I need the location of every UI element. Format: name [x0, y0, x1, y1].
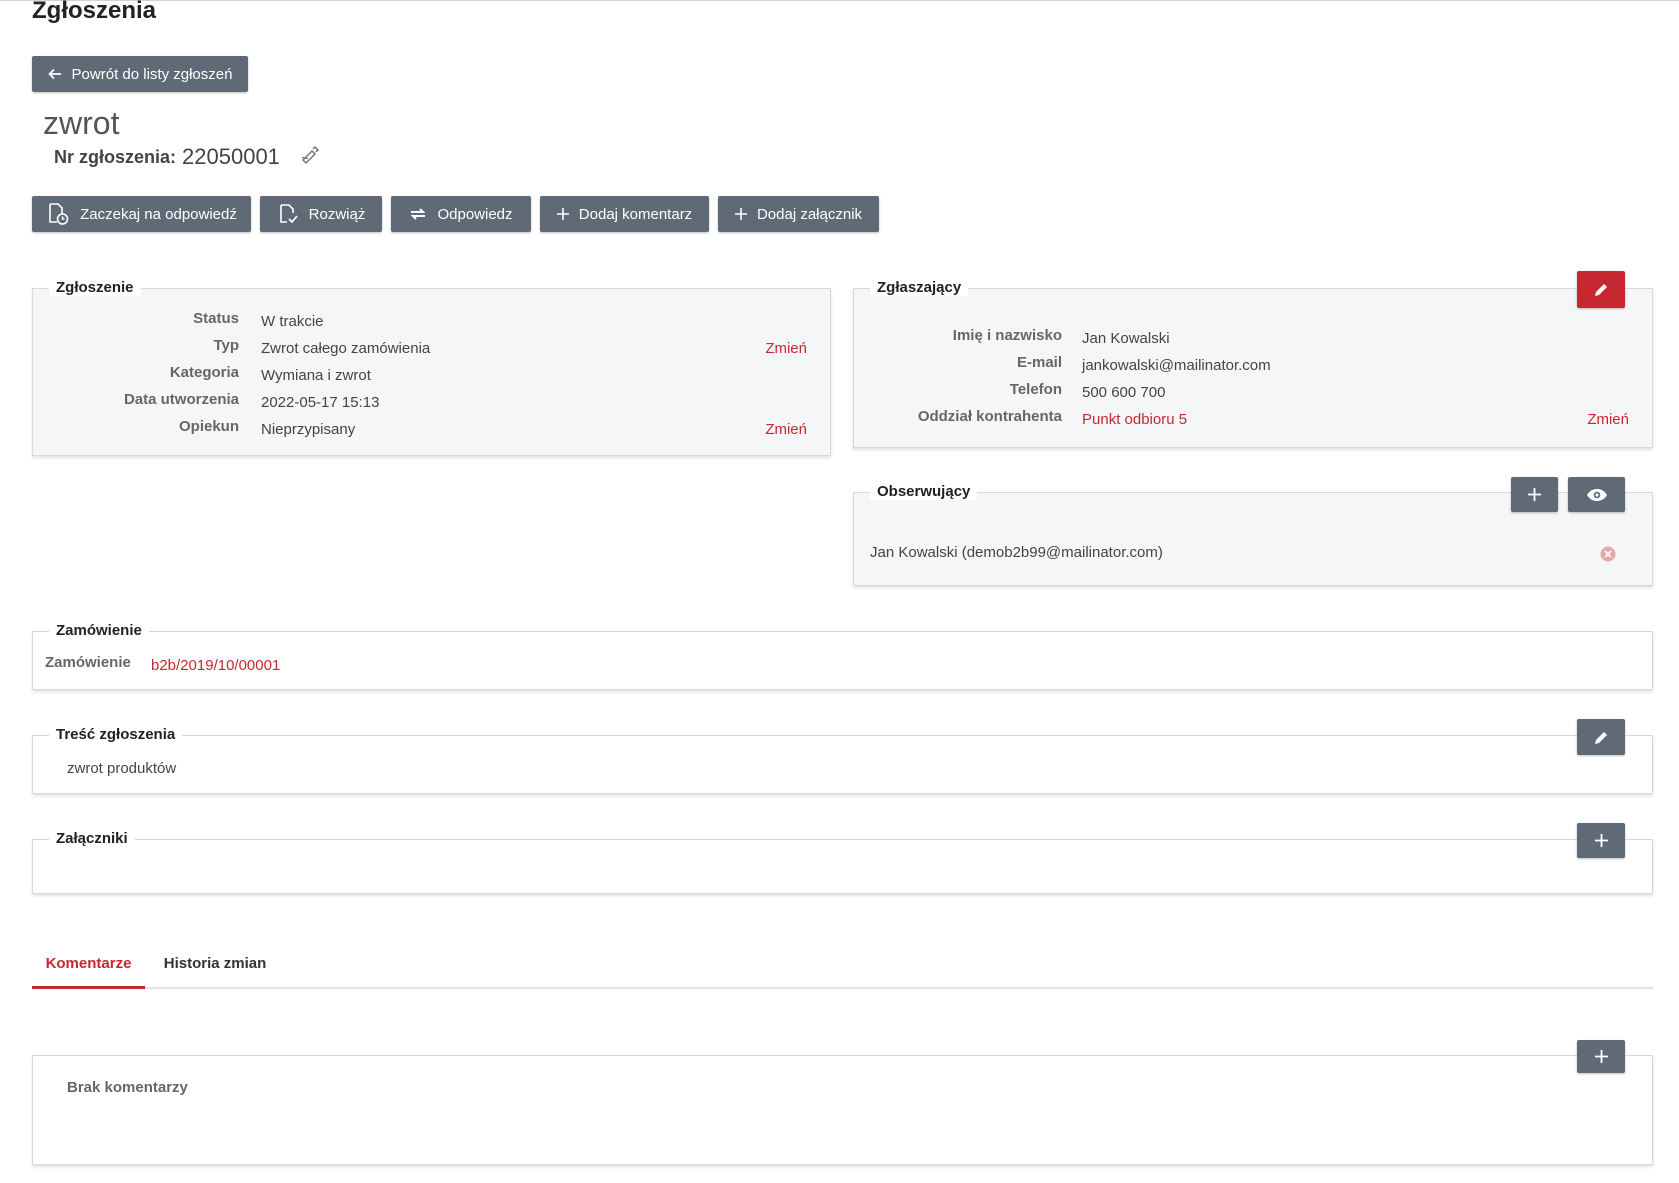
- ticket-number-label: Nr zgłoszenia:: [54, 146, 177, 167]
- watcher-item: Jan Kowalski (demob2b99@mailinator.com): [870, 544, 1163, 561]
- plus-icon: [734, 208, 747, 220]
- eye-icon: [1586, 488, 1607, 501]
- plus-icon: [1594, 1050, 1608, 1063]
- back-button-label: Powrót do listy zgłoszeń: [71, 65, 233, 83]
- edit-requester-button[interactable]: [1577, 271, 1625, 308]
- comments-panel: Brak komentarzy: [32, 1055, 1653, 1165]
- ticket-content-legend: Treść zgłoszenia: [49, 726, 183, 743]
- tab-comments[interactable]: Komentarze: [32, 940, 145, 989]
- top-divider: [0, 0, 1679, 1]
- ticket-content-text: zwrot produktów: [67, 760, 177, 777]
- ticket-number-value: 22050001: [182, 144, 280, 169]
- change-type-link[interactable]: Zmień: [765, 340, 807, 357]
- order-legend: Zamówienie: [49, 622, 149, 639]
- tab-comments-label: Komentarze: [45, 954, 132, 972]
- category-label: Kategoria: [169, 364, 239, 381]
- reply-button-label: Odpowiedz: [437, 205, 513, 223]
- reply-button[interactable]: Odpowiedz: [391, 196, 531, 232]
- change-branch-link[interactable]: Zmień: [1587, 411, 1629, 428]
- document-clock-icon: [49, 203, 69, 225]
- add-comment-icon-button[interactable]: [1577, 1040, 1625, 1073]
- owner-value: Nieprzypisany: [261, 421, 356, 438]
- category-value: Wymiana i zwrot: [261, 367, 371, 384]
- add-watcher-button[interactable]: [1511, 477, 1558, 512]
- attachments-legend: Załączniki: [49, 830, 135, 847]
- ticket-details-legend: Zgłoszenie: [49, 279, 141, 296]
- name-value: Jan Kowalski: [1082, 330, 1170, 347]
- plus-icon: [1528, 488, 1541, 501]
- ticket-details-panel: Zgłoszenie Status W trakcie Typ Zwrot ca…: [32, 279, 831, 456]
- arrow-left-icon: [47, 68, 61, 80]
- email-value: jankowalski@mailinator.com: [1082, 357, 1271, 374]
- swap-arrows-icon: [411, 208, 426, 220]
- watchers-legend: Obserwujący: [870, 483, 978, 500]
- document-check-icon: [279, 204, 298, 224]
- ticket-number: Nr zgłoszenia: 22050001: [54, 144, 320, 170]
- add-comment-button[interactable]: Dodaj komentarz: [540, 196, 709, 232]
- branch-link[interactable]: Punkt odbioru 5: [1082, 411, 1187, 428]
- plus-icon: [1594, 834, 1608, 847]
- remove-watcher-icon[interactable]: [1600, 546, 1616, 567]
- status-value: W trakcie: [261, 313, 324, 330]
- tab-history[interactable]: Historia zmian: [145, 940, 285, 987]
- type-value: Zwrot całego zamówienia: [261, 340, 431, 357]
- resolve-button[interactable]: Rozwiąż: [260, 196, 382, 232]
- ticket-title: zwrot: [43, 105, 120, 141]
- branch-label: Oddział kontrahenta: [917, 408, 1062, 425]
- attachments-panel: Załączniki: [32, 830, 1653, 894]
- wait-for-response-button[interactable]: Zaczekaj na odpowiedź: [32, 196, 251, 232]
- type-label: Typ: [213, 337, 239, 354]
- add-attachment-button[interactable]: Dodaj załącznik: [718, 196, 879, 232]
- pencil-icon: [1594, 731, 1607, 744]
- order-panel: Zamówienie Zamówienie b2b/2019/10/00001: [32, 622, 1653, 690]
- add-attachment-icon-button[interactable]: [1577, 823, 1625, 858]
- pencil-icon: [1594, 284, 1607, 296]
- name-label: Imię i nazwisko: [952, 327, 1062, 344]
- order-link[interactable]: b2b/2019/10/00001: [151, 657, 280, 674]
- add-comment-button-label: Dodaj komentarz: [578, 205, 693, 223]
- email-label: E-mail: [1016, 354, 1062, 371]
- plus-icon: [556, 208, 569, 220]
- phone-label: Telefon: [1009, 381, 1062, 398]
- tab-history-label: Historia zmian: [163, 955, 267, 972]
- edit-content-button[interactable]: [1577, 719, 1625, 755]
- ticket-content-panel: Treść zgłoszenia zwrot produktów: [32, 726, 1653, 794]
- page-title: Zgłoszenia: [32, 0, 157, 24]
- created-value: 2022-05-17 15:13: [261, 394, 380, 411]
- no-comments-text: Brak komentarzy: [67, 1079, 188, 1096]
- wait-button-label: Zaczekaj na odpowiedź: [80, 205, 237, 223]
- status-label: Status: [193, 310, 239, 327]
- owner-label: Opiekun: [178, 418, 239, 435]
- tabs-bar: Komentarze Historia zmian: [32, 940, 1653, 989]
- created-label: Data utworzenia: [123, 391, 239, 408]
- requester-panel: Zgłaszający Imię i nazwisko Jan Kowalski…: [853, 279, 1653, 448]
- edit-signature-icon[interactable]: [300, 145, 320, 169]
- add-attachment-button-label: Dodaj załącznik: [756, 205, 863, 223]
- watch-toggle-button[interactable]: [1568, 477, 1625, 512]
- resolve-button-label: Rozwiąż: [308, 205, 366, 223]
- change-owner-link[interactable]: Zmień: [765, 421, 807, 438]
- order-label: Zamówienie: [45, 654, 131, 671]
- requester-legend: Zgłaszający: [870, 279, 969, 296]
- phone-value: 500 600 700: [1082, 384, 1166, 401]
- back-to-list-button[interactable]: Powrót do listy zgłoszeń: [32, 56, 248, 92]
